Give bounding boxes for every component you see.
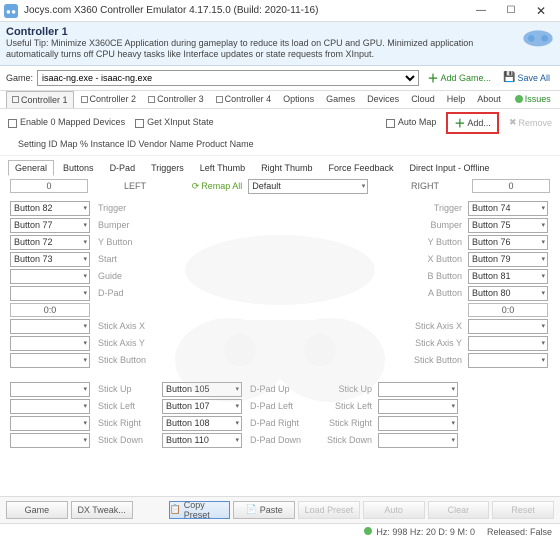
remove-device-button[interactable]: ✖Remove bbox=[509, 117, 552, 128]
close-button[interactable]: ✕ bbox=[526, 1, 556, 21]
left-sd-select[interactable]: .▾ bbox=[10, 433, 90, 448]
tab-issues[interactable]: Issues bbox=[510, 91, 556, 107]
left-trigger-select[interactable]: Button 82▾ bbox=[10, 201, 90, 216]
subtab-direct-input[interactable]: Direct Input - Offline bbox=[403, 160, 497, 176]
device-list-header: Setting ID Map % Instance ID Vendor Name… bbox=[0, 137, 560, 156]
game-button[interactable]: Game bbox=[6, 501, 68, 519]
cycle-icon: ⟳ bbox=[192, 181, 200, 192]
paste-button[interactable]: 📄Paste bbox=[233, 501, 295, 519]
add-game-button[interactable]: ＋Add Game... bbox=[423, 69, 495, 87]
automap-checkbox[interactable]: Auto Map bbox=[386, 117, 437, 127]
tab-about[interactable]: About bbox=[472, 91, 506, 107]
tab-cloud[interactable]: Cloud bbox=[406, 91, 440, 107]
left-sl-select[interactable]: .▾ bbox=[10, 399, 90, 414]
right-b-select[interactable]: Button 81▾ bbox=[468, 269, 548, 284]
right-zero-box: 0:0 bbox=[468, 303, 548, 317]
add-device-button[interactable]: ＋Add... bbox=[446, 112, 499, 134]
chevron-down-icon: ▾ bbox=[362, 182, 366, 190]
tab-controller-2[interactable]: Controller 2 bbox=[76, 91, 142, 107]
subtab-right-thumb[interactable]: Right Thumb bbox=[254, 160, 319, 176]
tab-devices[interactable]: Devices bbox=[362, 91, 404, 107]
dpad-select[interactable]: .▾ bbox=[10, 286, 90, 301]
right-say-select[interactable]: .▾ bbox=[468, 336, 548, 351]
right-su-select[interactable]: .▾ bbox=[378, 382, 458, 397]
subtab-buttons[interactable]: Buttons bbox=[56, 160, 101, 176]
tab-options[interactable]: Options bbox=[278, 91, 319, 107]
controller-icon bbox=[522, 26, 554, 48]
right-bumper-select[interactable]: Button 75▾ bbox=[468, 218, 548, 233]
reset-button[interactable]: Reset bbox=[492, 501, 554, 519]
subtab-triggers[interactable]: Triggers bbox=[144, 160, 191, 176]
status-hz: Hz: 998 Hz: 20 D: 9 M: 0 bbox=[364, 527, 475, 537]
plus-icon: ＋ bbox=[454, 115, 465, 131]
preset-select[interactable]: Default▾ bbox=[248, 179, 368, 194]
app-icon bbox=[4, 4, 18, 18]
plus-icon: ＋ bbox=[427, 70, 438, 86]
left-sbtn-select[interactable]: .▾ bbox=[10, 353, 90, 368]
status-square-icon bbox=[12, 96, 19, 103]
right-sbtn-select[interactable]: .▾ bbox=[468, 353, 548, 368]
game-select[interactable]: isaac-ng.exe - isaac-ng.exe bbox=[37, 70, 419, 86]
col-right: RIGHT bbox=[384, 181, 466, 191]
minimize-button[interactable]: — bbox=[466, 1, 496, 21]
right-y-select[interactable]: Button 76▾ bbox=[468, 235, 548, 250]
right-sax-select[interactable]: .▾ bbox=[468, 319, 548, 334]
tab-controller-1[interactable]: Controller 1 bbox=[6, 91, 74, 108]
right-x-select[interactable]: Button 79▾ bbox=[468, 252, 548, 267]
col-left: LEFT bbox=[94, 181, 176, 191]
game-label: Game: bbox=[6, 73, 33, 83]
tab-controller-4[interactable]: Controller 4 bbox=[211, 91, 277, 107]
left-y-select[interactable]: Button 72▾ bbox=[10, 235, 90, 250]
center-sl-select[interactable]: Button 107▾ bbox=[162, 399, 242, 414]
useful-tip: Useful Tip: Minimize X360CE Application … bbox=[6, 38, 516, 61]
dx-tweak-button[interactable]: DX Tweak... bbox=[71, 501, 133, 519]
copy-preset-button[interactable]: 📋Copy Preset bbox=[169, 501, 231, 519]
center-sr-select[interactable]: Button 108▾ bbox=[162, 416, 242, 431]
right-a-select[interactable]: Button 80▾ bbox=[468, 286, 548, 301]
subtab-dpad[interactable]: D-Pad bbox=[103, 160, 143, 176]
left-x-select[interactable]: Button 73▾ bbox=[10, 252, 90, 267]
status-dot-icon bbox=[364, 527, 372, 535]
right-trigger-select[interactable]: Button 74▾ bbox=[468, 201, 548, 216]
remap-all-button[interactable]: ⟳Remap All bbox=[192, 181, 243, 192]
left-su-select[interactable]: .▾ bbox=[10, 382, 90, 397]
tab-games[interactable]: Games bbox=[321, 91, 360, 107]
left-sax-select[interactable]: .▾ bbox=[10, 319, 90, 334]
left-say-select[interactable]: .▾ bbox=[10, 336, 90, 351]
x-icon: ✖ bbox=[509, 117, 517, 128]
right-sr-select[interactable]: .▾ bbox=[378, 416, 458, 431]
status-released: Released: False bbox=[487, 527, 552, 537]
ok-icon bbox=[515, 95, 523, 103]
guide-select[interactable]: .▾ bbox=[10, 269, 90, 284]
save-all-button[interactable]: 💾Save All bbox=[499, 71, 554, 84]
right-sl-select[interactable]: .▾ bbox=[378, 399, 458, 414]
copy-icon: 📋 bbox=[170, 504, 181, 515]
load-preset-button[interactable]: Load Preset bbox=[298, 501, 360, 519]
auto-button[interactable]: Auto bbox=[363, 501, 425, 519]
subtab-left-thumb[interactable]: Left Thumb bbox=[193, 160, 252, 176]
right-value-box: 0 bbox=[472, 179, 550, 193]
center-su-select[interactable]: Button 105▾ bbox=[162, 382, 242, 397]
left-value-box: 0 bbox=[10, 179, 88, 193]
left-zero-box: 0:0 bbox=[10, 303, 90, 317]
enable-mapped-checkbox[interactable]: Enable 0 Mapped Devices bbox=[8, 117, 125, 127]
paste-icon: 📄 bbox=[246, 504, 257, 515]
controller-title: Controller 1 bbox=[6, 26, 516, 38]
tab-help[interactable]: Help bbox=[442, 91, 471, 107]
left-bumper-select[interactable]: Button 77▾ bbox=[10, 218, 90, 233]
maximize-button[interactable]: ☐ bbox=[496, 1, 526, 21]
get-xinput-checkbox[interactable]: Get XInput State bbox=[135, 117, 214, 127]
left-sr-select[interactable]: .▾ bbox=[10, 416, 90, 431]
center-sd-select[interactable]: Button 110▾ bbox=[162, 433, 242, 448]
right-sd-select[interactable]: .▾ bbox=[378, 433, 458, 448]
tab-controller-3[interactable]: Controller 3 bbox=[143, 91, 209, 107]
subtab-general[interactable]: General bbox=[8, 160, 54, 176]
subtab-force-feedback[interactable]: Force Feedback bbox=[322, 160, 401, 176]
save-icon: 💾 bbox=[503, 72, 515, 83]
window-title: Jocys.com X360 Controller Emulator 4.17.… bbox=[24, 5, 466, 16]
clear-button[interactable]: Clear bbox=[428, 501, 490, 519]
